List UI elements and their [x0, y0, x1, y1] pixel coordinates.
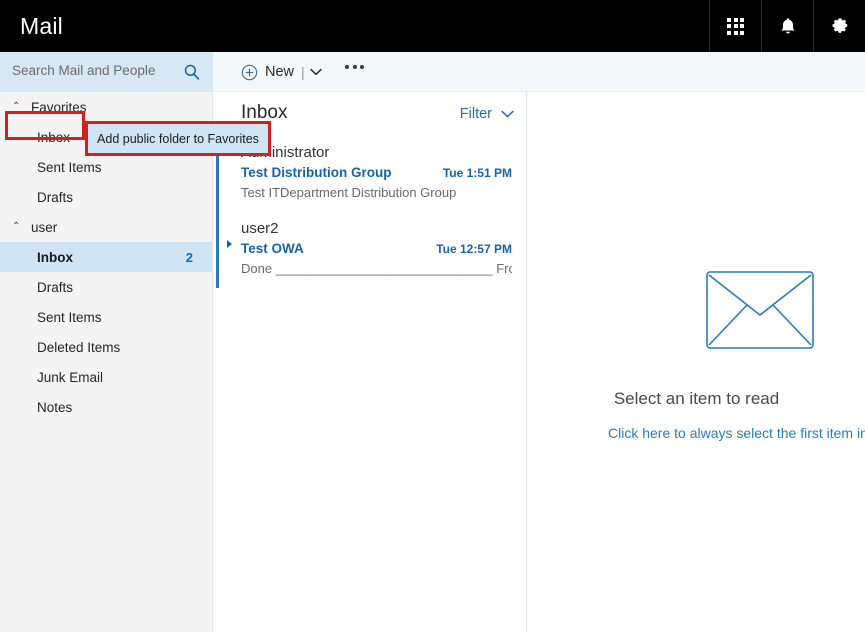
- message-subject: Test Distribution Group: [241, 165, 392, 180]
- message-subject: Test OWA: [241, 241, 304, 256]
- chevron-down-icon: [501, 110, 514, 117]
- new-button-label: New: [265, 64, 295, 80]
- sidebar-item-user-drafts[interactable]: Drafts: [0, 272, 212, 302]
- message-preview: Done ______________________________ From…: [241, 261, 512, 276]
- search-input[interactable]: [12, 63, 172, 78]
- unread-accent-bar: [216, 212, 219, 288]
- sidebar-item-user-deleted-items[interactable]: Deleted Items: [0, 332, 212, 362]
- sidebar-item-user-junk-email[interactable]: Junk Email: [0, 362, 212, 392]
- sidebar-item-label: Sent Items: [37, 309, 102, 325]
- plus-circle-icon: [241, 64, 258, 80]
- folder-group-user[interactable]: ⌃ user: [0, 212, 212, 242]
- message-sender: Administrator: [241, 144, 330, 161]
- app-title: Mail: [20, 13, 63, 39]
- envelope-icon: [706, 271, 814, 349]
- sidebar-item-label: Inbox: [37, 129, 71, 145]
- notifications-bell-icon: [780, 17, 795, 34]
- notifications-button[interactable]: [761, 0, 813, 52]
- reading-pane: Select an item to read Click here to alw…: [528, 92, 865, 632]
- envelope-illustration: [706, 271, 814, 354]
- more-commands-button[interactable]: [345, 65, 364, 69]
- chevron-up-icon: ⌃: [12, 221, 21, 232]
- ellipsis-dot-icon: [352, 65, 357, 69]
- sidebar-item-label: Junk Email: [37, 369, 104, 385]
- select-first-item-link[interactable]: Click here to always select the first it…: [608, 425, 865, 441]
- filter-label: Filter: [459, 106, 492, 122]
- sidebar-item-label: Inbox: [37, 249, 73, 265]
- app-launcher-button[interactable]: [709, 0, 761, 52]
- tooltip-add-public-folder: Add public folder to Favorites: [88, 124, 268, 153]
- sidebar-item-label: Sent Items: [37, 159, 102, 175]
- folder-group-favorites[interactable]: ⌃ Favorites: [0, 92, 212, 122]
- message-timestamp: Tue 1:51 PM: [442, 166, 512, 180]
- new-message-button[interactable]: New |: [241, 61, 322, 83]
- ellipsis-dot-icon: [360, 65, 364, 69]
- sidebar-item-label: Notes: [37, 399, 73, 415]
- sidebar-item-label: Drafts: [37, 189, 74, 205]
- tooltip-text: Add public folder to Favorites: [97, 131, 259, 146]
- sidebar-item-count: 2: [185, 249, 193, 265]
- sidebar-item-user-sent-items[interactable]: Sent Items: [0, 302, 212, 332]
- settings-gear-icon: [832, 17, 848, 33]
- message-sender: user2: [241, 220, 279, 237]
- list-item[interactable]: user2 Test OWA Tue 12:57 PM Done _______…: [213, 212, 526, 288]
- expand-conversation-icon[interactable]: [227, 240, 232, 248]
- suite-bar-icon-group: [709, 0, 865, 52]
- sidebar-item-user-notes[interactable]: Notes: [0, 392, 212, 422]
- app-launcher-icon: [727, 17, 744, 35]
- sidebar-item-favorites-sent-items[interactable]: Sent Items: [0, 152, 212, 182]
- search-icon[interactable]: [183, 63, 201, 81]
- chevron-up-icon: ⌃: [12, 101, 21, 112]
- message-subject-row: Test Distribution Group Tue 1:51 PM: [241, 163, 512, 183]
- folder-pane: ⌃ Favorites Inbox Sent Items Drafts ⌃ us…: [0, 92, 213, 632]
- message-timestamp: Tue 12:57 PM: [436, 242, 512, 256]
- message-preview: Test ITDepartment Distribution Group: [241, 185, 457, 200]
- suite-bar: Mail: [0, 0, 865, 52]
- sidebar-item-user-inbox[interactable]: Inbox 2: [0, 242, 212, 272]
- sidebar-item-label: Drafts: [37, 279, 74, 295]
- filter-button[interactable]: Filter: [460, 106, 514, 122]
- settings-button[interactable]: [813, 0, 865, 52]
- message-subject-row: Test OWA Tue 12:57 PM: [241, 239, 512, 259]
- folder-group-label-user: user: [31, 219, 58, 235]
- ellipsis-dot-icon: [345, 65, 349, 69]
- search-box[interactable]: [0, 52, 213, 92]
- message-list-title: Inbox: [241, 102, 288, 123]
- command-bar: New |: [213, 52, 865, 92]
- new-button-separator: |: [301, 64, 305, 80]
- chevron-down-icon[interactable]: [309, 68, 322, 77]
- sidebar-item-label: Deleted Items: [37, 339, 121, 355]
- sidebar-item-favorites-drafts[interactable]: Drafts: [0, 182, 212, 212]
- owa-mail-window: Mail Search Mail and People New | ⌃ Favo…: [0, 0, 865, 632]
- message-list-pane: Inbox Filter Administrator Test Distribu…: [213, 92, 527, 632]
- command-strip: New |: [0, 52, 865, 92]
- reading-pane-empty-title: Select an item to read: [613, 389, 780, 408]
- folder-group-label-favorites: Favorites: [31, 99, 87, 115]
